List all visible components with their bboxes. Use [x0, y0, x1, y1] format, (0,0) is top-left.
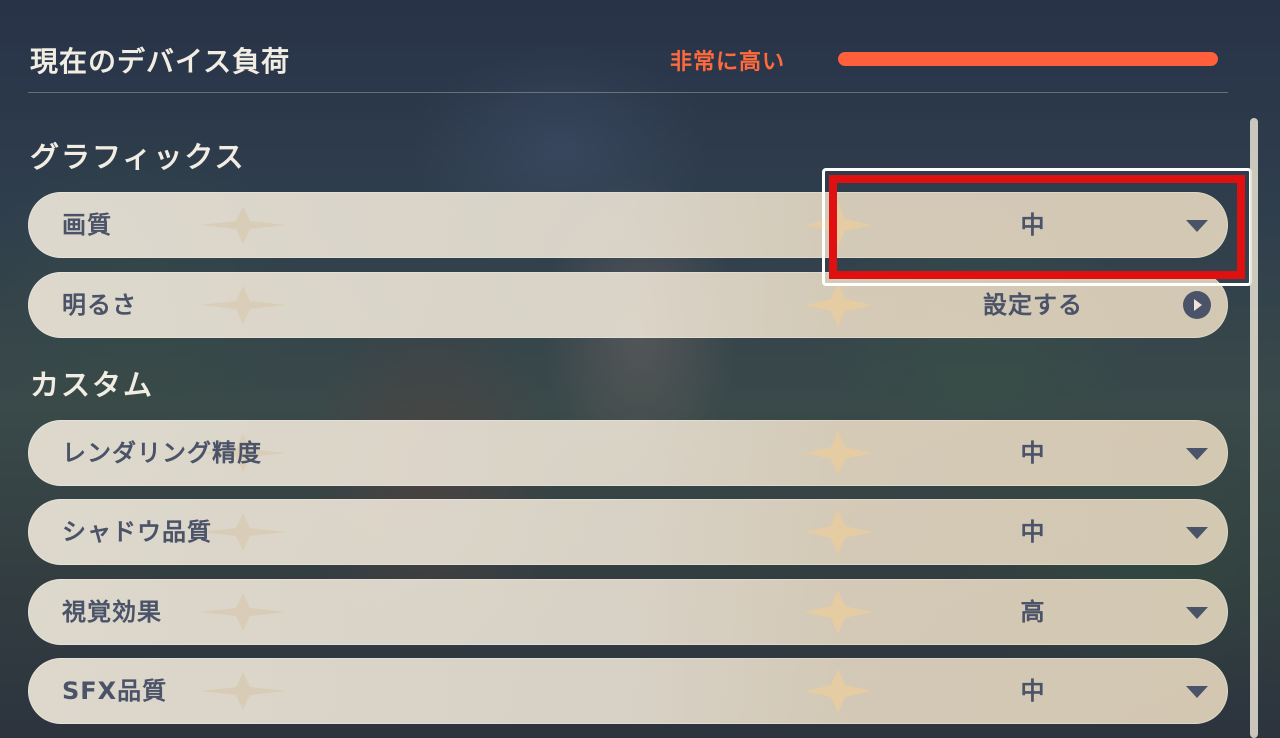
play-circle-icon[interactable] [1183, 291, 1211, 319]
section-title-custom: カスタム [30, 368, 155, 402]
sparkle-icon [804, 510, 872, 554]
render-resolution-dropdown[interactable]: 中 [908, 420, 1158, 486]
sparkle-icon [804, 283, 872, 327]
sparkle-icon [804, 669, 872, 713]
chevron-down-icon[interactable] [1186, 448, 1208, 460]
header-divider [28, 92, 1228, 93]
setting-row-visual-effects[interactable]: 視覚効果 高 [28, 579, 1228, 645]
chevron-down-icon[interactable] [1186, 607, 1208, 619]
shadow-quality-dropdown[interactable]: 中 [908, 499, 1158, 565]
highlight-annotation [822, 168, 1252, 286]
setting-row-shadow-quality[interactable]: シャドウ品質 中 [28, 499, 1228, 565]
device-load-status: 非常に高い [670, 50, 786, 75]
chevron-down-icon[interactable] [1186, 686, 1208, 698]
setting-label-sfx-quality: SFX品質 [62, 677, 168, 705]
ornament-faint-icon [200, 206, 286, 244]
sparkle-icon [804, 431, 872, 475]
setting-label-render-resolution: レンダリング精度 [62, 439, 262, 467]
setting-row-sfx-quality[interactable]: SFX品質 中 [28, 658, 1228, 724]
section-title-graphics: グラフィックス [30, 140, 246, 174]
setting-label-visual-effects: 視覚効果 [62, 598, 162, 626]
sfx-quality-dropdown[interactable]: 中 [908, 658, 1158, 724]
setting-label-shadow-quality: シャドウ品質 [62, 518, 212, 546]
ornament-faint-icon [200, 286, 286, 324]
device-load-label: 現在のデバイス負荷 [30, 45, 291, 78]
device-load-bar-fill [838, 52, 1218, 66]
chevron-down-icon[interactable] [1186, 527, 1208, 539]
visual-effects-dropdown[interactable]: 高 [908, 579, 1158, 645]
setting-label-quality: 画質 [62, 211, 112, 239]
ornament-faint-icon [200, 593, 286, 631]
ornament-faint-icon [200, 672, 286, 710]
setting-row-render-resolution[interactable]: レンダリング精度 中 [28, 420, 1228, 486]
scrollbar[interactable] [1250, 118, 1258, 738]
sparkle-icon [804, 590, 872, 634]
device-load-bar [838, 52, 1218, 66]
setting-label-brightness: 明るさ [62, 291, 137, 319]
